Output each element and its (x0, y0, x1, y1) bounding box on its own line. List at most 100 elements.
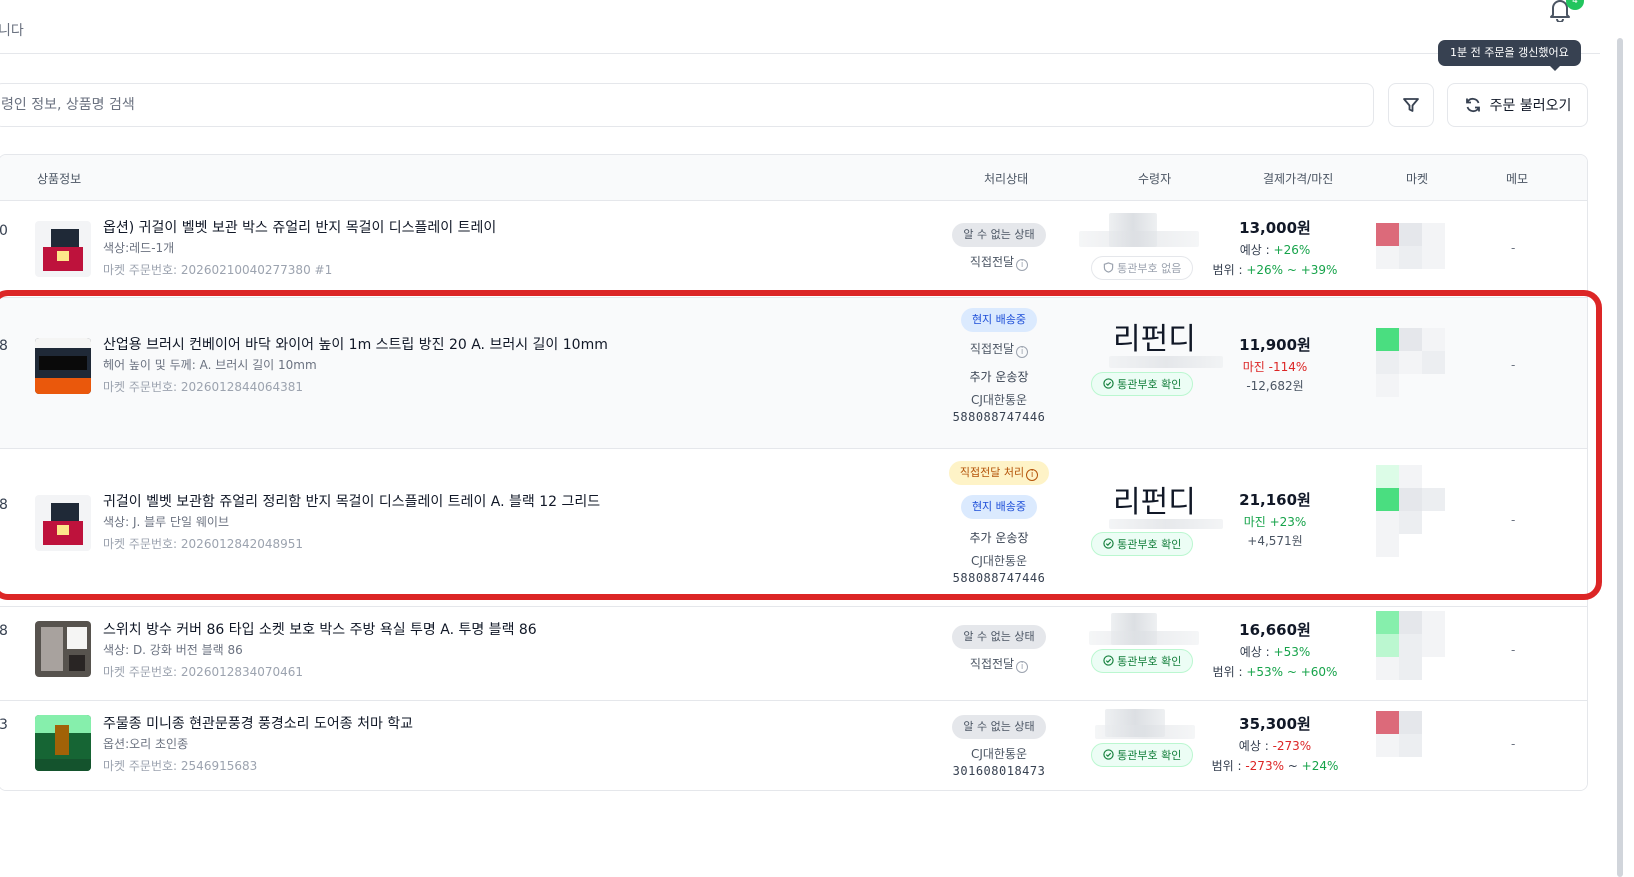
table-row[interactable]: 8 스위치 방수 커버 86 타입 소켓 보호 박스 주방 욕실 투명 A. 투… (0, 607, 1587, 701)
extra-waybill-label: 추가 운송장 (969, 531, 1029, 545)
customs-cell: 통관부호 확인 (1079, 532, 1205, 556)
table-row[interactable]: 8 산업용 브러시 컨베이어 바닥 와이어 높이 1m 스트립 방진 20 A.… (0, 298, 1587, 449)
search-box[interactable] (0, 83, 1374, 127)
customs-badge[interactable]: 통관부호 확인 (1090, 532, 1194, 556)
status-badge: 알 수 없는 상태 (952, 625, 1046, 649)
row-index: 0 (0, 223, 8, 239)
status-badge: 현지 배송중 (960, 308, 1038, 332)
memo[interactable]: - (1511, 513, 1515, 527)
product-name[interactable]: 옵션) 귀걸이 벨벳 보관 박스 쥬얼리 반지 목걸이 디스플레이 트레이 (103, 217, 496, 237)
tracking-number[interactable]: 588088747446 (934, 571, 1064, 585)
status-badge: 알 수 없는 상태 (952, 223, 1046, 247)
customs-badge[interactable]: 통관부호 확인 (1090, 372, 1194, 396)
row-index: 8 (0, 623, 8, 639)
recipient-redacted-2 (1079, 231, 1199, 247)
product-image[interactable] (35, 338, 91, 394)
delivery-type: 직접전달 i (934, 253, 1064, 271)
top-bar: 니다 (0, 0, 1600, 54)
table-row[interactable]: 8 귀걸이 벨벳 보관함 쥬얼리 정리함 반지 목걸이 디스플레이 트레이 A.… (0, 449, 1587, 607)
market-logo (1376, 465, 1446, 557)
market-logo (1376, 223, 1446, 269)
product-image[interactable] (35, 221, 91, 277)
margin-range: 범위 : -273% ~ +24% (1210, 757, 1340, 774)
tracking-number[interactable]: 301608018473 (934, 764, 1064, 778)
status-badge: 현지 배송중 (960, 495, 1038, 519)
customs-cell: 통관부호 확인 (1079, 372, 1205, 396)
extra-waybill-label: 추가 운송장 (969, 370, 1029, 384)
product-option: 색상: D. 강화 버전 블랙 86 (103, 643, 243, 657)
delivery-type: 직접전달 i (934, 340, 1064, 358)
customs-badge[interactable]: 통관부호 확인 (1090, 743, 1194, 767)
range-value: +53% ~ +60% (1246, 665, 1338, 679)
recipient-redacted-2 (1095, 725, 1195, 739)
customs-badge-label: 통관부호 확인 (1117, 378, 1182, 391)
range-label: 범위 : (1212, 665, 1247, 679)
delivery-type-label: 직접전달 (969, 657, 1015, 671)
recipient-redacted (1109, 519, 1223, 529)
row-index: 8 (0, 338, 8, 354)
customs-badge-label: 통관부호 확인 (1117, 749, 1182, 762)
delivery-type-label: 직접전달 (969, 255, 1015, 269)
status-cell: 직접전달 처리 i 현지 배송중 추가 운송장 CJ대한통운 5880887474… (934, 461, 1064, 585)
recipient-name: 리펀디 (1113, 322, 1196, 357)
product-option: 옵션:오리 초인종 (103, 737, 189, 751)
info-icon[interactable]: i (1026, 469, 1039, 481)
product-image[interactable] (35, 621, 91, 677)
info-icon[interactable]: i (1016, 661, 1029, 673)
tracking-number[interactable]: 588088747446 (934, 410, 1064, 424)
memo[interactable]: - (1511, 241, 1515, 255)
market-order-number: 마켓 주문번호: 2026012842048951 (103, 537, 304, 551)
customs-badge-label: 통관부호 없음 (1117, 262, 1182, 275)
product-name[interactable]: 귀걸이 벨벳 보관함 쥬얼리 정리함 반지 목걸이 디스플레이 트레이 A. 블… (103, 491, 600, 511)
product-name[interactable]: 산업용 브러시 컨베이어 바닥 와이어 높이 1m 스트립 방진 20 A. 브… (103, 334, 608, 354)
market-logo (1376, 711, 1446, 757)
margin: 예상 : +26% (1210, 241, 1340, 258)
delivery-type: 직접전달 i (934, 655, 1064, 673)
price: 21,160원 (1239, 491, 1311, 509)
market-order-number: 마켓 주문번호: 2026012834070461 (103, 665, 304, 679)
scrollbar[interactable] (1617, 38, 1623, 877)
margin-value: 마진 -114% (1242, 360, 1308, 374)
direct-delivery-alert-label: 직접전달 처리 (959, 466, 1025, 479)
memo[interactable]: - (1511, 643, 1515, 657)
product-option: 헤어 높이 및 두께: A. 브러시 길이 10mm (103, 358, 317, 372)
filter-icon (1403, 98, 1419, 112)
margin-label: 예상 : (1239, 243, 1274, 257)
product-image[interactable] (35, 715, 91, 771)
memo[interactable]: - (1511, 737, 1515, 751)
col-market: 마켓 (1406, 172, 1429, 186)
table-row[interactable]: 3 주물종 미니종 현관문풍경 풍경소리 도어종 처마 학교 옵션:오리 초인종… (0, 701, 1587, 790)
recipient-redacted-2 (1089, 631, 1199, 645)
market-order-number: 마켓 주문번호: 2546915683 (103, 759, 258, 773)
customs-cell: 통관부호 확인 (1079, 649, 1205, 673)
product-name[interactable]: 스위치 방수 커버 86 타입 소켓 보호 박스 주방 욕실 투명 A. 투명 … (103, 619, 537, 639)
range-label: 범위 : (1212, 263, 1247, 277)
margin: 예상 : -273% (1210, 737, 1340, 754)
price-cell: 11,900원 마진 -114% -12,682원 (1210, 334, 1340, 394)
info-icon[interactable]: i (1016, 346, 1029, 358)
refresh-icon (1465, 97, 1480, 113)
margin-range: 범위 : +53% ~ +60% (1210, 663, 1340, 680)
memo[interactable]: - (1511, 358, 1515, 372)
market-order-number: 마켓 주문번호: 20260210040277380 #1 (103, 263, 333, 277)
table-row[interactable]: 0 옵션) 귀걸이 벨벳 보관 박스 쥬얼리 반지 목걸이 디스플레이 트레이 … (0, 201, 1587, 298)
product-image[interactable] (35, 495, 91, 551)
filter-button[interactable] (1388, 83, 1434, 127)
status-cell: 알 수 없는 상태 직접전달 i (934, 223, 1064, 271)
range-value-max: +24% (1301, 759, 1339, 773)
price: 16,660원 (1239, 621, 1311, 639)
info-icon[interactable]: i (1016, 259, 1029, 271)
price: 13,000원 (1239, 219, 1311, 237)
market-logo (1376, 611, 1446, 680)
margin-label: 예상 : (1239, 645, 1274, 659)
range-separator: ~ (1283, 759, 1302, 773)
reload-orders-button[interactable]: 주문 불러오기 (1447, 83, 1588, 127)
customs-badge[interactable]: 통관부호 없음 (1090, 256, 1194, 280)
range-value-min: -273% (1245, 759, 1284, 773)
direct-delivery-alert[interactable]: 직접전달 처리 i (948, 461, 1050, 485)
search-input[interactable] (0, 84, 1373, 126)
customs-badge[interactable]: 통관부호 확인 (1090, 649, 1194, 673)
margin-value: +53% (1273, 645, 1311, 659)
product-name[interactable]: 주물종 미니종 현관문풍경 풍경소리 도어종 처마 학교 (103, 713, 413, 733)
status-cell: 현지 배송중 직접전달 i 추가 운송장 CJ대한통운 588088747446 (934, 308, 1064, 424)
